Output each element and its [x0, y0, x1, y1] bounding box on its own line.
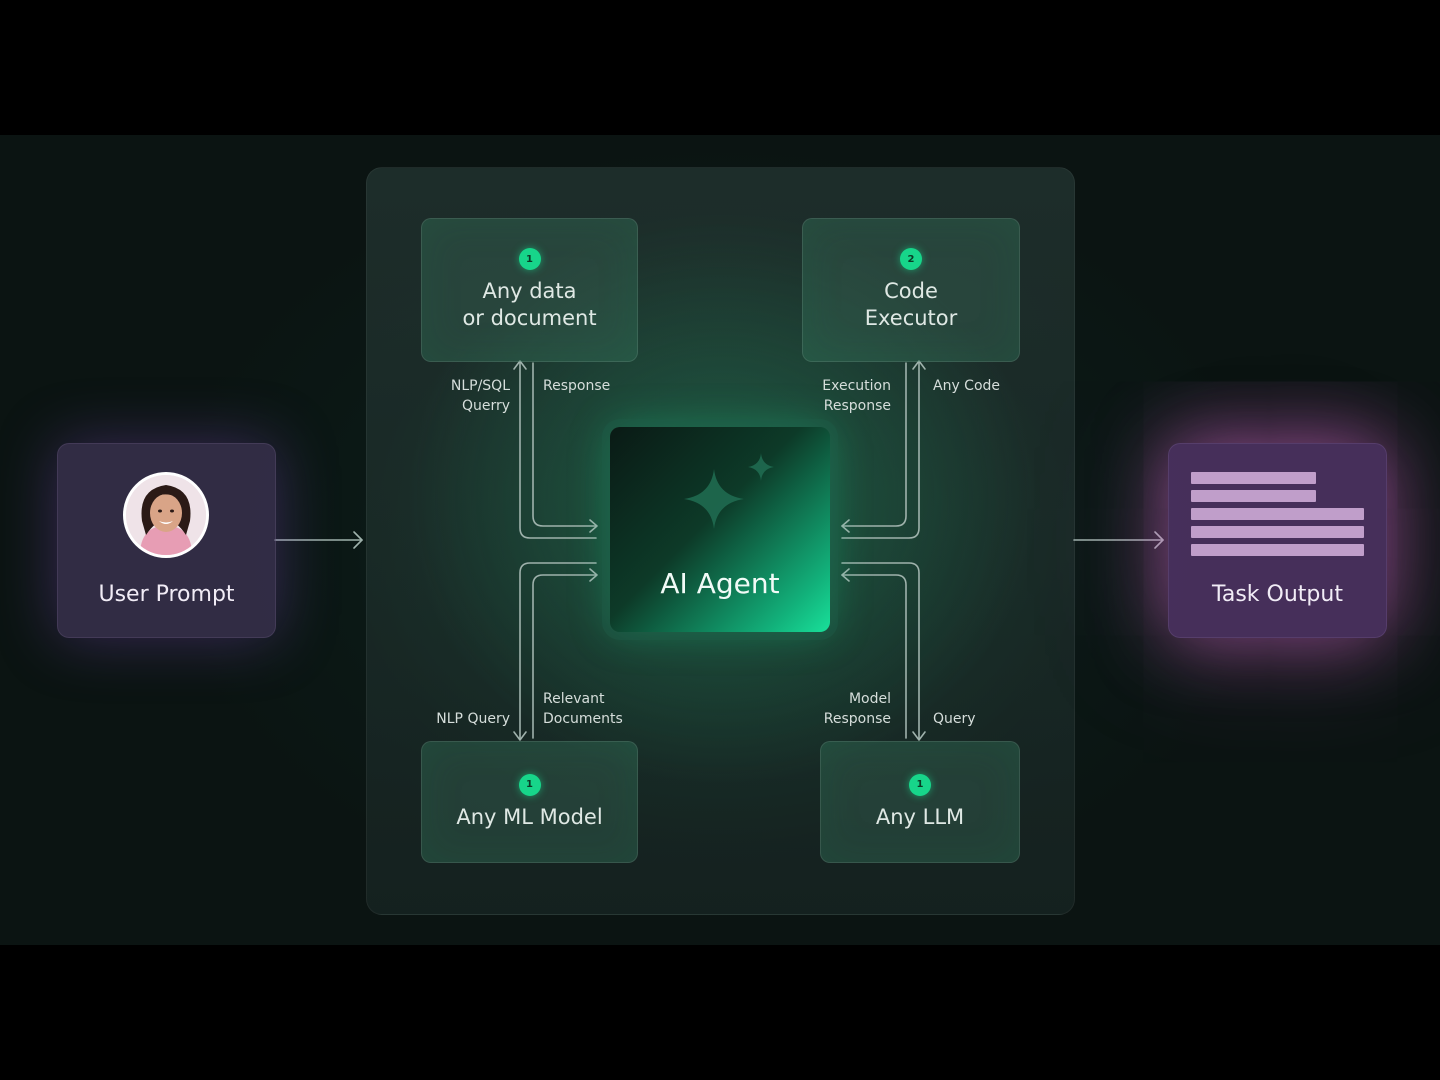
node-title-line: or document: [462, 306, 597, 330]
label-any-code: Any Code: [933, 378, 1001, 394]
user-prompt-card: User Prompt: [57, 443, 276, 638]
node-title: Any ML Model: [456, 804, 603, 829]
label-relevant-documents: Relevant Documents: [543, 691, 623, 727]
avatar-photo: [126, 475, 206, 555]
node-title-line: Executor: [864, 306, 958, 330]
label-nlp-sql-query: NLP/SQL Querry: [450, 378, 510, 414]
label-execution-response: Execution Response: [822, 378, 891, 414]
ai-agent-title: AI Agent: [660, 567, 780, 600]
sparkle-icon: [684, 453, 774, 529]
step-badge: 1: [909, 773, 931, 796]
node-title-line: Any data: [482, 279, 577, 303]
node-title: Code Executor: [865, 278, 958, 332]
code-executor-node: 2 Code Executor: [802, 218, 1020, 362]
step-badge: 1: [518, 248, 541, 270]
data-source-node: 1 Any data or document: [421, 218, 638, 362]
label-nlp-query: NLP Query: [436, 711, 510, 727]
label-model-response: Model Response: [823, 691, 891, 727]
task-output-title: Task Output: [1212, 582, 1343, 607]
label-response: Response: [543, 378, 611, 394]
label-query: Query: [933, 711, 976, 727]
ai-agent-node: AI Agent: [610, 427, 830, 632]
node-title: Any data or document: [462, 278, 596, 332]
llm-node: 1 Any LLM: [820, 741, 1020, 863]
node-title-line: Code: [884, 279, 938, 303]
task-output-card: Task Output: [1168, 443, 1387, 638]
document-lines-icon: [1191, 472, 1364, 562]
diagram-canvas: User Prompt Task Output 1 Any data or do…: [0, 135, 1440, 945]
step-badge: 2: [900, 248, 922, 270]
user-avatar: [123, 472, 209, 558]
node-title: Any LLM: [875, 804, 965, 829]
user-prompt-title: User Prompt: [98, 582, 235, 607]
ml-model-node: 1 Any ML Model: [421, 741, 638, 863]
step-badge: 1: [518, 773, 541, 796]
